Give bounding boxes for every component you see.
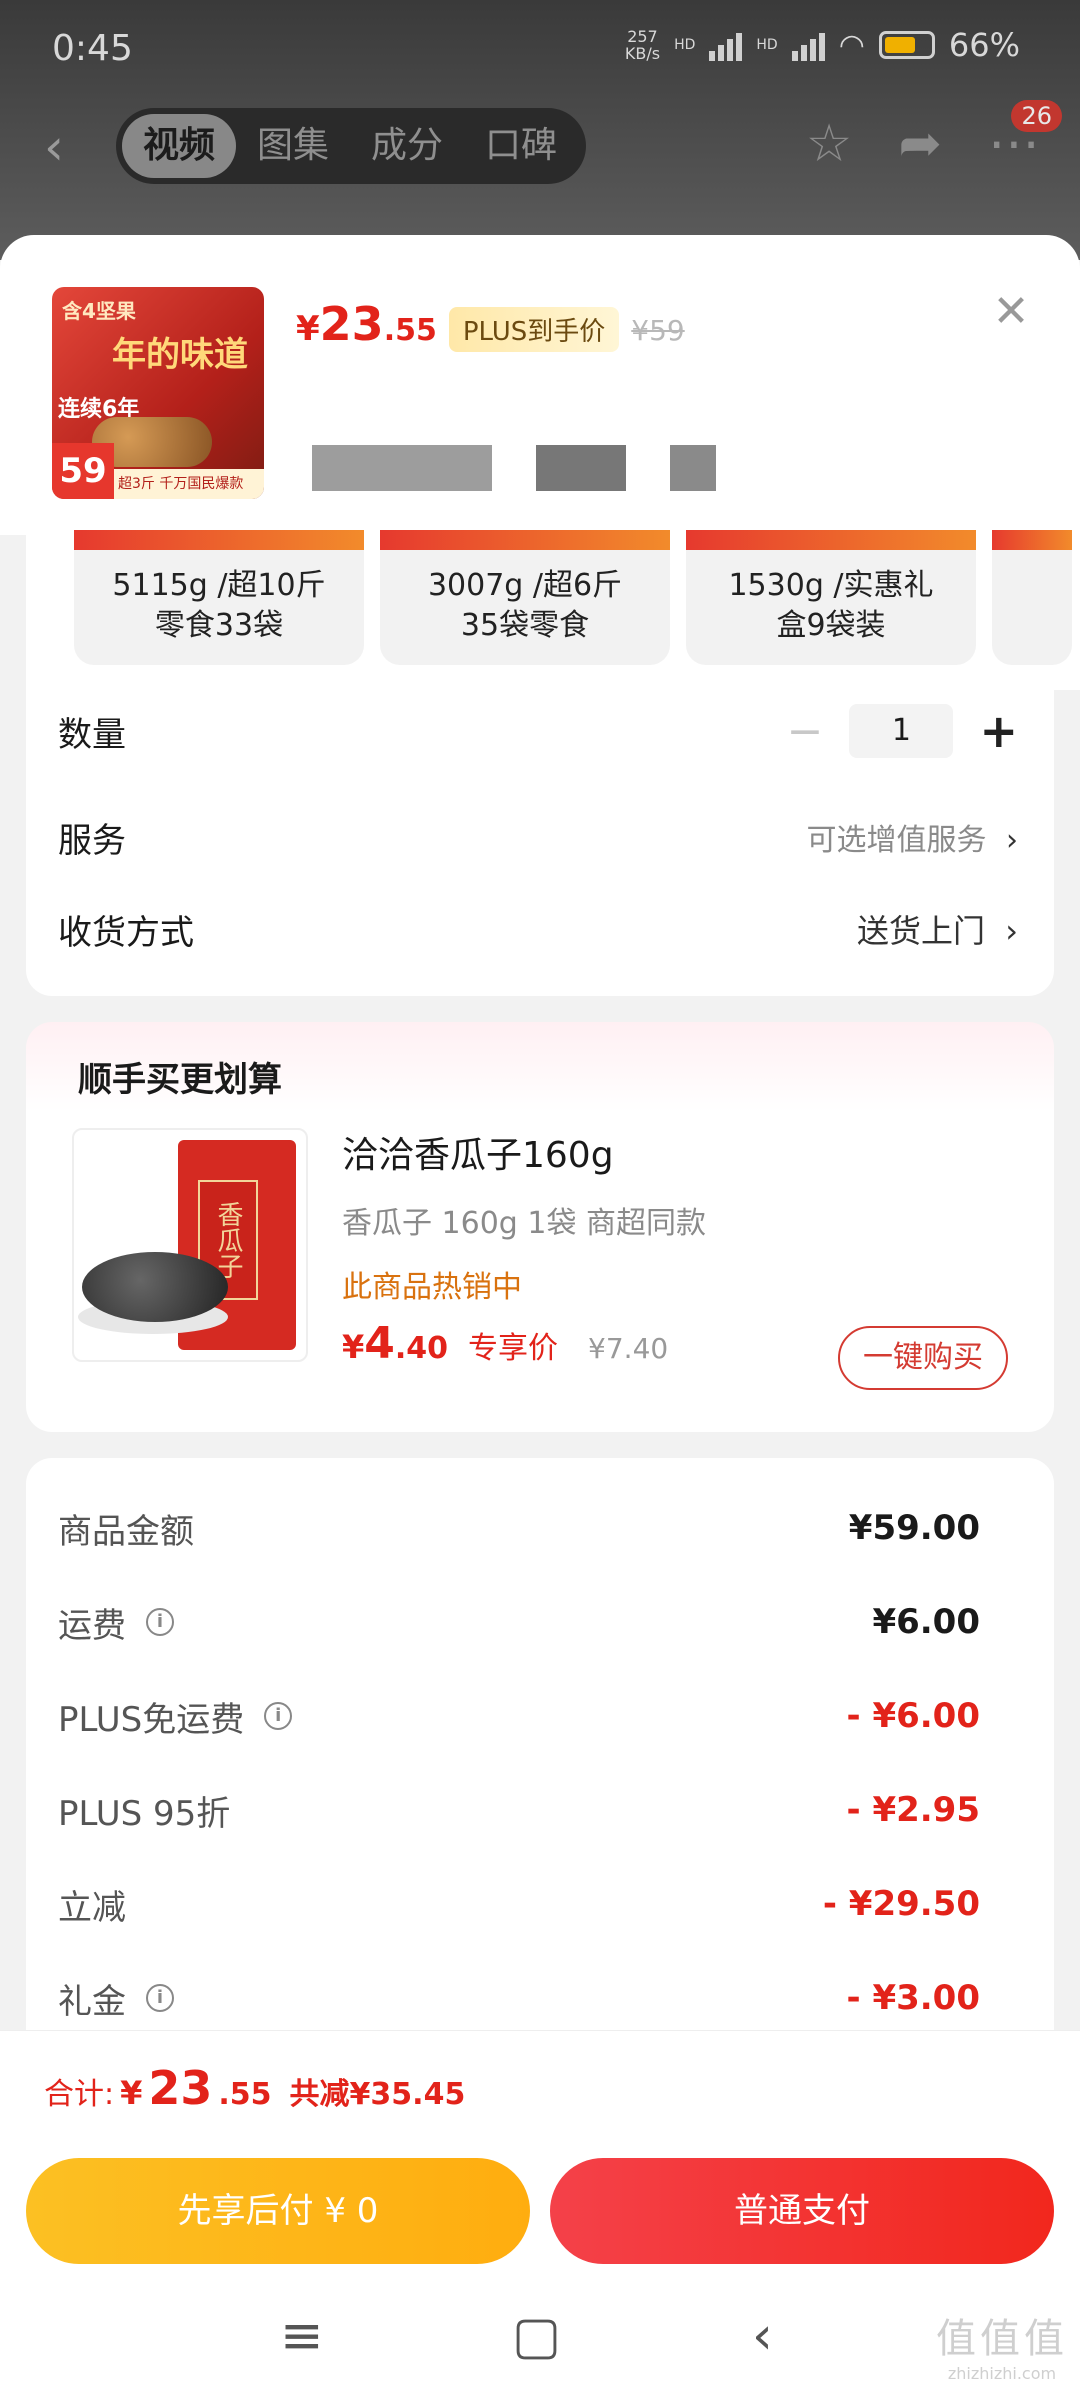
product-thumbnail[interactable]: 含4坚果 年的味道 连续6年 59 超3斤 千万国民爆款: [52, 287, 264, 499]
hot-sale-tag: 此商品热销中: [342, 1270, 522, 1305]
variant-options: 5115g /超10斤零食33袋 3007g /超6斤35袋零食 1530g /…: [26, 530, 1080, 690]
info-icon[interactable]: i: [264, 1702, 293, 1730]
media-tabs: 视频 图集 成分 口碑: [116, 108, 586, 184]
pay-later-button[interactable]: 先享后付 ¥ 0: [26, 2158, 530, 2264]
delivery-label: 收货方式: [58, 912, 194, 953]
tab-gallery[interactable]: 图集: [236, 114, 350, 178]
fee-amount: - ¥2.95: [846, 1790, 981, 1830]
chevron-right-icon: ›: [1005, 912, 1018, 950]
variant-option[interactable]: [992, 530, 1072, 665]
top-nav: ‹ 视频 图集 成分 口碑 ☆ ➦ ⋯ 26: [0, 100, 1080, 210]
fee-row: 立减 - ¥29.50: [58, 1874, 980, 1934]
fee-label: 礼金: [58, 1981, 126, 2022]
mosaic-redaction: [670, 445, 716, 491]
chevron-right-icon: ›: [1006, 823, 1018, 858]
fee-row: 礼金 i - ¥3.00: [58, 1968, 980, 2028]
fee-amount: - ¥3.00: [846, 1978, 981, 2018]
fee-label: PLUS 95折: [58, 1793, 231, 1834]
battery-icon: [878, 31, 935, 59]
home-icon[interactable]: ▢: [512, 2306, 561, 2366]
service-value: 可选增值服务: [806, 823, 987, 858]
variant-option[interactable]: 5115g /超10斤零食33袋: [74, 530, 364, 665]
total-bar: 合计: ¥23.55 共减¥35.45: [0, 2030, 1080, 2148]
original-price: ¥59: [631, 314, 685, 347]
fee-amount: - ¥29.50: [822, 1884, 980, 1924]
sunflower-seeds-image: [82, 1252, 228, 1322]
variant-option[interactable]: 3007g /超6斤35袋零食: [380, 530, 670, 665]
signal-icon: [709, 29, 743, 61]
tab-reviews[interactable]: 口碑: [464, 114, 578, 178]
star-icon[interactable]: ☆: [806, 114, 853, 174]
payment-bar: 先享后付 ¥ 0 普通支付: [0, 2148, 1080, 2280]
one-click-buy-button[interactable]: 一键购买: [838, 1326, 1008, 1390]
bundle-title: 顺手买更划算: [78, 1060, 282, 1100]
plus-button[interactable]: +: [979, 704, 1018, 758]
signal-icon-2: [791, 29, 825, 61]
watermark: 值值值 zhizhizhi.com: [936, 2316, 1068, 2383]
status-time: 0:45: [52, 28, 133, 69]
mosaic-redaction: [312, 445, 492, 491]
minus-button[interactable]: −: [787, 706, 824, 757]
fee-amount: - ¥6.00: [846, 1696, 981, 1736]
menu-icon[interactable]: ≡: [280, 2306, 324, 2366]
fee-row: PLUS免运费 i - ¥6.00: [58, 1686, 980, 1746]
fee-label: PLUS免运费: [58, 1699, 245, 1740]
info-icon[interactable]: i: [146, 1608, 174, 1636]
service-row[interactable]: 服务 可选增值服务 ›: [58, 802, 1018, 872]
fee-label: 商品金额: [58, 1511, 194, 1552]
bundle-price-row: ¥4.40 专享价 ¥7.40: [342, 1318, 668, 1369]
wifi-icon: ◠: [838, 27, 865, 63]
price-row: ¥23.55 PLUS到手价 ¥59: [296, 297, 685, 352]
battery-percent: 66%: [948, 26, 1020, 64]
close-icon[interactable]: ✕: [986, 287, 1036, 337]
fee-row: 运费 i ¥6.00: [58, 1592, 980, 1652]
fee-label: 运费: [58, 1605, 126, 1646]
bundle-product-spec: 香瓜子 160g 1袋 商超同款: [342, 1206, 706, 1241]
info-icon[interactable]: i: [146, 1984, 174, 2012]
service-label: 服务: [58, 820, 126, 861]
normal-pay-button[interactable]: 普通支付: [550, 2158, 1054, 2264]
fee-row: PLUS 95折 - ¥2.95: [58, 1780, 980, 1840]
system-navigation-bar: ≡ ▢ ‹: [0, 2280, 1080, 2400]
bundle-product-name[interactable]: 洽洽香瓜子160g: [342, 1126, 614, 1178]
share-icon[interactable]: ➦: [898, 114, 942, 174]
variant-option[interactable]: 1530g /实惠礼盒9袋装: [686, 530, 976, 665]
bundle-price: ¥4.40: [342, 1318, 449, 1369]
status-bar: 0:45 257 KB/s HD HD ◠ 66%: [52, 26, 1020, 69]
delivery-row[interactable]: 收货方式 送货上门 ›: [58, 894, 1018, 964]
quantity-input[interactable]: 1: [849, 704, 954, 758]
tab-ingredients[interactable]: 成分: [350, 114, 464, 178]
mosaic-redaction: [536, 445, 626, 491]
back-nav-icon[interactable]: ‹: [752, 2306, 773, 2366]
plus-price-tag: PLUS到手价: [448, 307, 620, 352]
tab-video[interactable]: 视频: [122, 114, 236, 178]
fee-breakdown: 商品金额 ¥59.00 运费 i ¥6.00 PLUS免运费 i - ¥6.00 P…: [26, 1458, 1054, 2058]
fee-label: 立减: [58, 1887, 126, 1928]
message-badge: 26: [1011, 100, 1062, 132]
order-total: 合计: ¥23.55 共减¥35.45: [44, 2061, 466, 2115]
fee-amount: ¥59.00: [848, 1508, 980, 1548]
bundle-original-price: ¥7.40: [588, 1332, 669, 1365]
fee-amount: ¥6.00: [872, 1602, 980, 1642]
quantity-row: 数量 − 1 +: [58, 696, 1018, 766]
bundle-upsell-card: 顺手买更划算 香瓜子 洽洽香瓜子160g 香瓜子 160g 1袋 商超同款 此商…: [26, 1022, 1054, 1432]
back-icon[interactable]: ‹: [44, 118, 104, 178]
sku-sheet-header: 含4坚果 年的味道 连续6年 59 超3斤 千万国民爆款 ¥23.55 PLUS…: [0, 235, 1080, 535]
total-savings: 共减¥35.45: [289, 2077, 466, 2112]
quantity-label: 数量: [58, 714, 126, 755]
net-speed: 257 KB/s: [624, 27, 661, 63]
delivery-value: 送货上门: [857, 912, 986, 950]
bundle-product-image[interactable]: 香瓜子: [72, 1128, 308, 1362]
quantity-stepper: − 1 +: [787, 704, 1018, 758]
exclusive-price-label: 专享价: [468, 1331, 559, 1366]
plus-price: ¥23.55: [296, 297, 437, 351]
order-options: 数量 − 1 + 服务 可选增值服务 › 收货方式 送货上门 ›: [26, 690, 1054, 996]
fee-row: 商品金额 ¥59.00: [58, 1498, 980, 1558]
